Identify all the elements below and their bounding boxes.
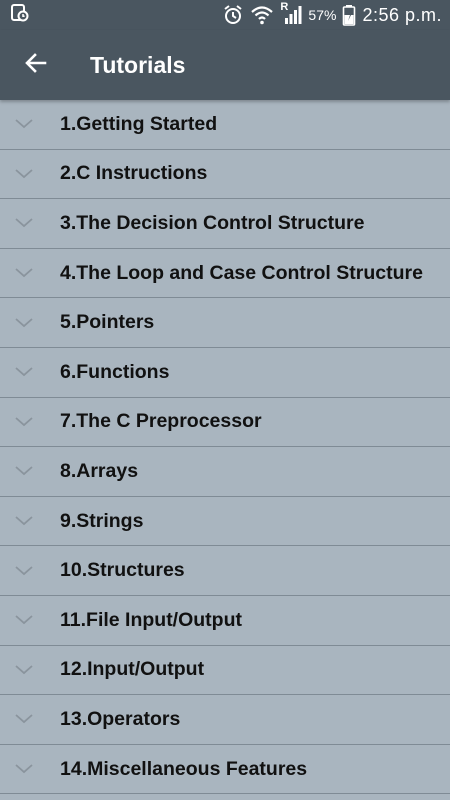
chevron-down-icon [15, 169, 33, 179]
list-item-label: 8.Arrays [60, 459, 139, 482]
chevron-down-icon [15, 565, 33, 576]
chevron-down-icon [15, 417, 33, 427]
chevron-down-icon [15, 317, 33, 328]
list-item[interactable]: 9.Strings [0, 497, 450, 547]
list-item-label: 7.The C Preprocessor [60, 410, 262, 433]
clock: 2:56 p.m. [362, 4, 442, 25]
list-item[interactable]: 13.Operators [0, 695, 450, 745]
list-item[interactable]: 2.C Instructions [0, 150, 450, 200]
list-item[interactable]: 12.Input/Output [0, 646, 450, 696]
list-item-label: 5.Pointers [60, 311, 155, 334]
back-button[interactable] [22, 51, 50, 79]
screen-record-icon [10, 3, 30, 28]
chevron-down-icon [15, 367, 33, 377]
roaming-label: R [280, 1, 289, 13]
chevron-down-icon [15, 268, 33, 278]
signal-icon: R [280, 1, 302, 26]
chevron-down-icon [15, 218, 33, 228]
list-item-label: 14.Miscellaneous Features [60, 757, 308, 780]
chevron-down-icon [15, 764, 33, 774]
tutorial-list: 1.Getting Started 2.C Instructions 3.The… [0, 100, 450, 795]
list-item[interactable]: 4.The Loop and Case Control Structure [0, 249, 450, 299]
list-item-label: 12.Input/Output [60, 658, 205, 681]
list-item[interactable]: 5.Pointers [0, 298, 450, 348]
list-item[interactable]: 3.The Decision Control Structure [0, 199, 450, 249]
list-item-label: 4.The Loop and Case Control Structure [60, 261, 423, 284]
list-item-label: 3.The Decision Control Structure [60, 211, 365, 234]
wifi-icon [250, 4, 274, 26]
list-item[interactable]: 11.File Input/Output [0, 596, 450, 646]
app-bar: Tutorials [0, 30, 450, 100]
list-item-label: 10.Structures [60, 559, 185, 582]
arrow-left-icon [24, 51, 48, 80]
list-item-label: 11.File Input/Output [60, 608, 242, 631]
list-item-label: 9.Strings [60, 509, 144, 532]
alarm-icon [222, 4, 244, 26]
chevron-down-icon [15, 615, 33, 625]
list-item-label: 13.Operators [60, 707, 181, 730]
chevron-down-icon [15, 516, 33, 526]
list-item[interactable]: 1.Getting Started [0, 100, 450, 150]
page-title: Tutorials [90, 51, 186, 78]
battery-percent: 57% [308, 7, 337, 23]
chevron-down-icon [15, 119, 33, 129]
list-item[interactable]: 10.Structures [0, 546, 450, 596]
list-item-label: 2.C Instructions [60, 162, 208, 185]
status-left [10, 3, 30, 28]
status-right: R 57% 2:56 p.m. [222, 1, 442, 26]
list-item-label: 6.Functions [60, 360, 170, 383]
list-item-label: 1.Getting Started [60, 112, 218, 135]
list-item[interactable]: 7.The C Preprocessor [0, 398, 450, 448]
chevron-down-icon [15, 714, 33, 724]
list-item[interactable]: 14.Miscellaneous Features [0, 745, 450, 795]
list-item[interactable]: 8.Arrays [0, 447, 450, 497]
chevron-down-icon [15, 665, 33, 675]
chevron-down-icon [15, 466, 33, 476]
battery-charging-icon [342, 4, 356, 26]
status-bar: R 57% 2:56 p.m. [0, 0, 450, 30]
list-item[interactable]: 6.Functions [0, 348, 450, 398]
